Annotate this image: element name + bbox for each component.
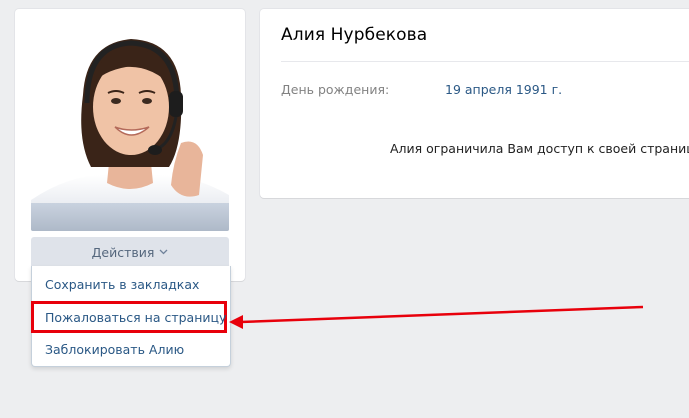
menu-item-report-page[interactable]: Пожаловаться на страницу <box>31 301 227 333</box>
actions-button[interactable]: Действия <box>31 237 229 267</box>
actions-dropdown-menu: Сохранить в закладках Пожаловаться на ст… <box>31 266 231 367</box>
chevron-down-icon <box>159 249 168 255</box>
actions-button-label: Действия <box>91 244 155 260</box>
profile-info-card: Алия Нурбекова День рождения: 19 апреля … <box>260 9 689 198</box>
birthday-value[interactable]: 19 апреля 1991 г. <box>445 82 562 97</box>
restricted-access-notice: Алия ограничила Вам доступ к своей стран… <box>390 141 689 156</box>
birthday-label: День рождения: <box>281 82 390 97</box>
avatar[interactable] <box>31 25 229 231</box>
menu-item-label: Сохранить в закладках <box>45 276 200 292</box>
profile-name: Алия Нурбекова <box>281 25 428 45</box>
profile-avatar-card: Действия <box>15 9 245 281</box>
menu-item-block-user[interactable]: Заблокировать Алию <box>32 333 230 365</box>
menu-item-label: Пожаловаться на страницу <box>45 309 227 325</box>
menu-item-save-bookmarks[interactable]: Сохранить в закладках <box>32 268 230 300</box>
menu-item-label: Заблокировать Алию <box>45 341 185 357</box>
divider <box>281 61 689 62</box>
